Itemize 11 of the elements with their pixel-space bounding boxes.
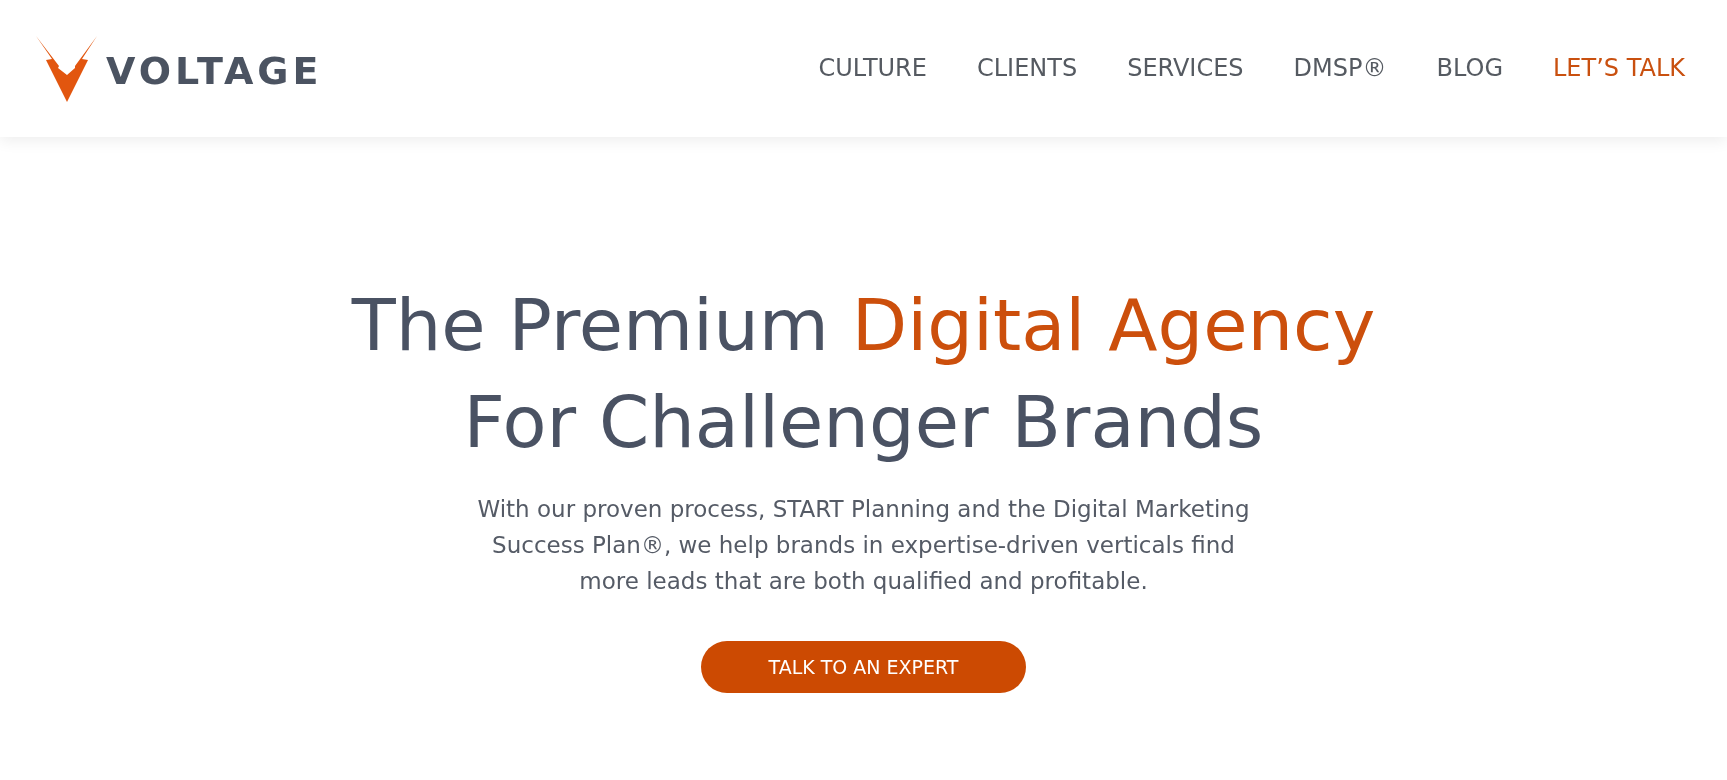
hero-headline: The Premium Digital Agency For Challenger Brands — [351, 282, 1376, 466]
voltage-logo[interactable]: VOLTAGE — [36, 35, 323, 102]
nav-link[interactable]: SERVICES — [1127, 54, 1244, 83]
nav-link[interactable]: CLIENTS — [976, 54, 1078, 83]
nav-link[interactable]: BLOG — [1436, 54, 1503, 83]
nav-link[interactable]: DMSP® — [1293, 54, 1387, 83]
logo-wordmark: VOLTAGE — [106, 51, 323, 90]
nav-link[interactable]: CULTURE — [818, 54, 927, 83]
nav-link[interactable]: LET’S TALK — [1553, 54, 1685, 83]
talk-to-expert-button[interactable]: TALK TO AN EXPERT — [701, 641, 1026, 693]
hero-description: With our proven process, START Planning and the Digital Marketing Success Plan®, we help brands in expertise-driven verticals find more leads that are both qualified and profitable. — [477, 495, 1250, 596]
